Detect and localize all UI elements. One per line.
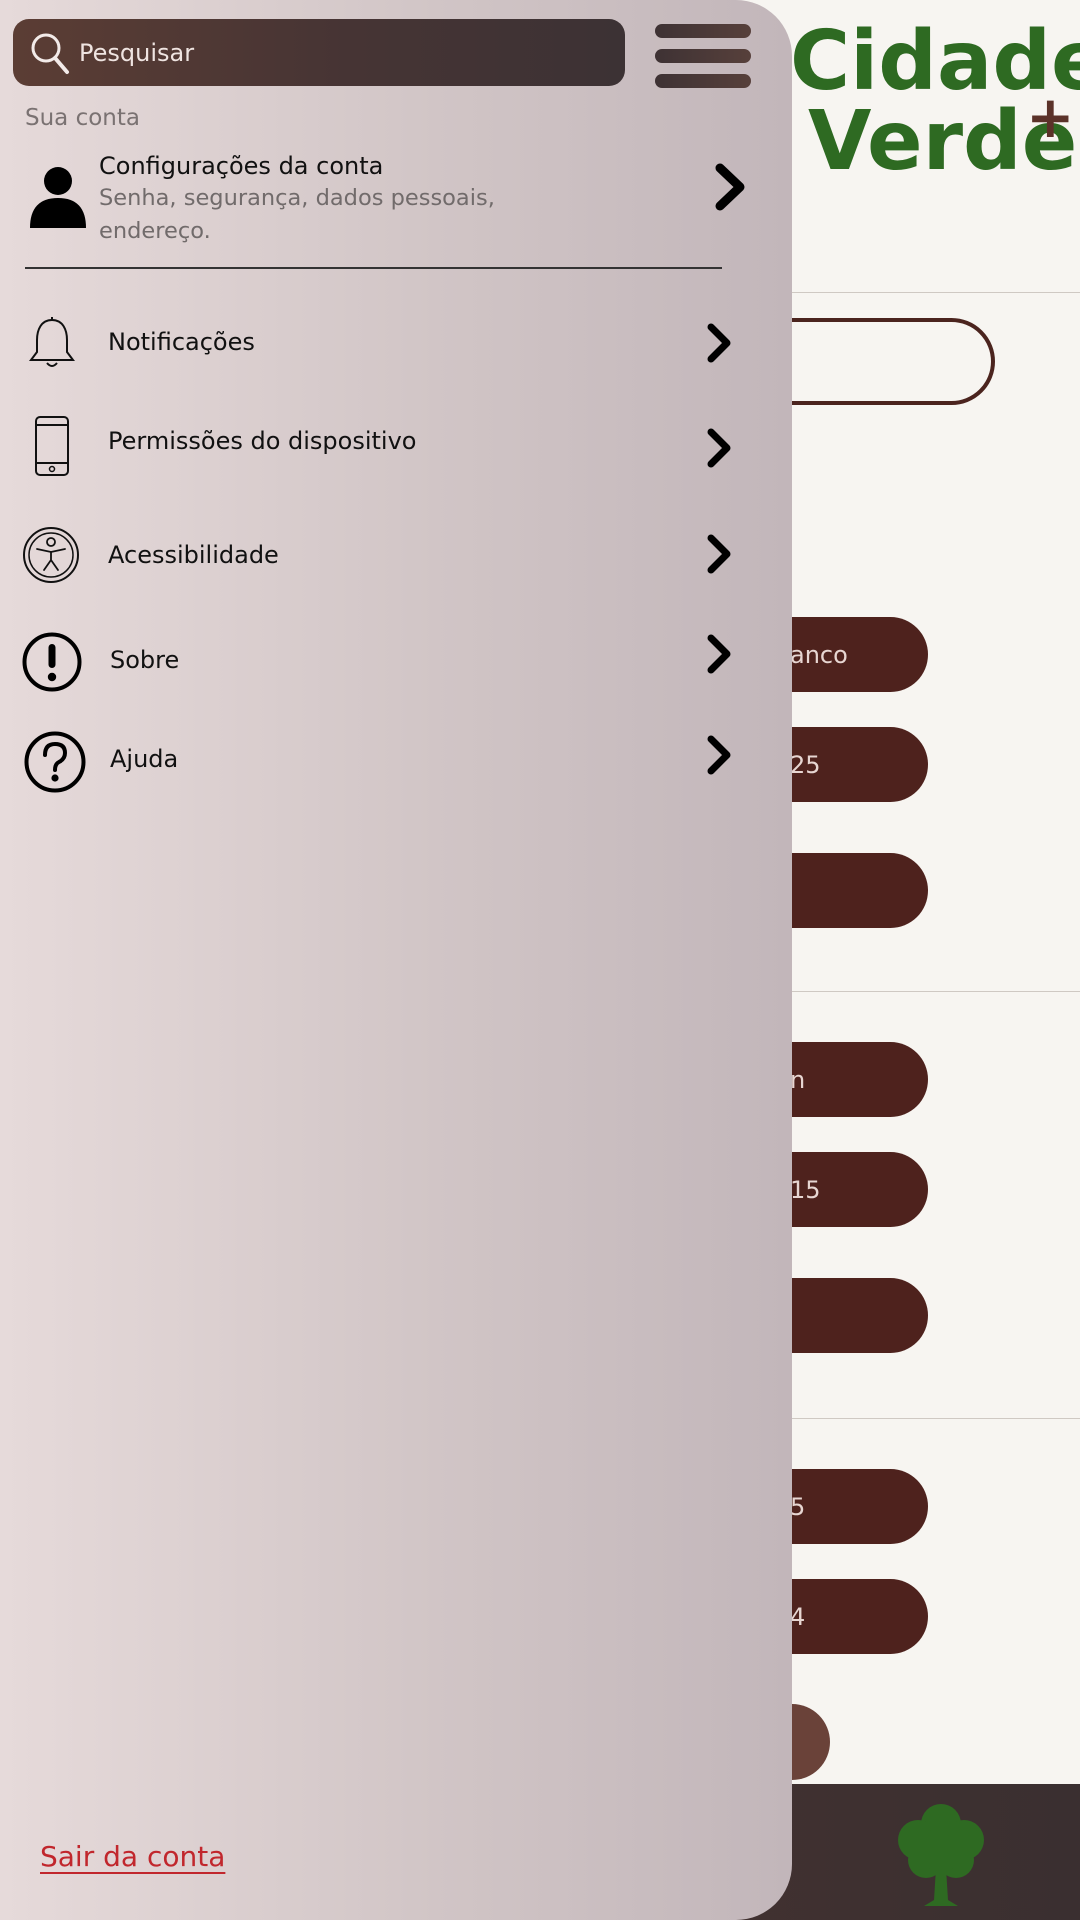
bell-icon [29, 317, 75, 367]
logout-link[interactable]: Sair da conta [40, 1840, 225, 1873]
account-settings-item[interactable]: Configurações da conta Senha, segurança,… [0, 148, 760, 248]
search-bar[interactable] [13, 19, 625, 86]
account-settings-subtitle: Senha, segurança, dados pessoais, endere… [99, 185, 495, 244]
search-icon [31, 33, 69, 74]
section-label-your-account: Sua conta [25, 105, 140, 131]
accessibility-icon [23, 527, 79, 583]
menu-item-accessibility[interactable]: Acessibilidade [0, 520, 760, 590]
menu-item-notifications[interactable]: Notificações [0, 308, 760, 378]
chevron-right-icon [707, 428, 731, 468]
menu-item-label: Notificações [108, 328, 255, 356]
menu-item-label: Sobre [110, 646, 180, 674]
account-settings-title: Configurações da conta [99, 152, 384, 180]
help-question-icon [24, 731, 86, 793]
side-drawer: Sua conta Configurações da conta Senha, … [0, 0, 792, 1920]
menu-item-device-permissions[interactable]: Permissões do dispositivo [0, 410, 760, 490]
menu-item-label: Acessibilidade [108, 541, 279, 569]
chevron-right-icon [715, 163, 745, 211]
tree-icon[interactable] [896, 1802, 986, 1906]
menu-item-help[interactable]: Ajuda [0, 725, 760, 795]
menu-item-about[interactable]: Sobre [0, 625, 760, 695]
chevron-right-icon [707, 534, 731, 574]
hamburger-menu-icon[interactable] [652, 20, 752, 92]
divider [25, 267, 722, 269]
menu-item-label: Permissões do dispositivo [108, 427, 417, 455]
logo-plus: + [1026, 83, 1075, 151]
info-exclamation-icon [22, 632, 82, 692]
chevron-right-icon [707, 735, 731, 775]
menu-item-label: Ajuda [110, 745, 179, 773]
person-icon [30, 167, 86, 228]
smartphone-icon [35, 416, 69, 476]
chevron-right-icon [707, 634, 731, 674]
search-input[interactable] [79, 38, 599, 67]
chevron-right-icon [707, 323, 731, 363]
